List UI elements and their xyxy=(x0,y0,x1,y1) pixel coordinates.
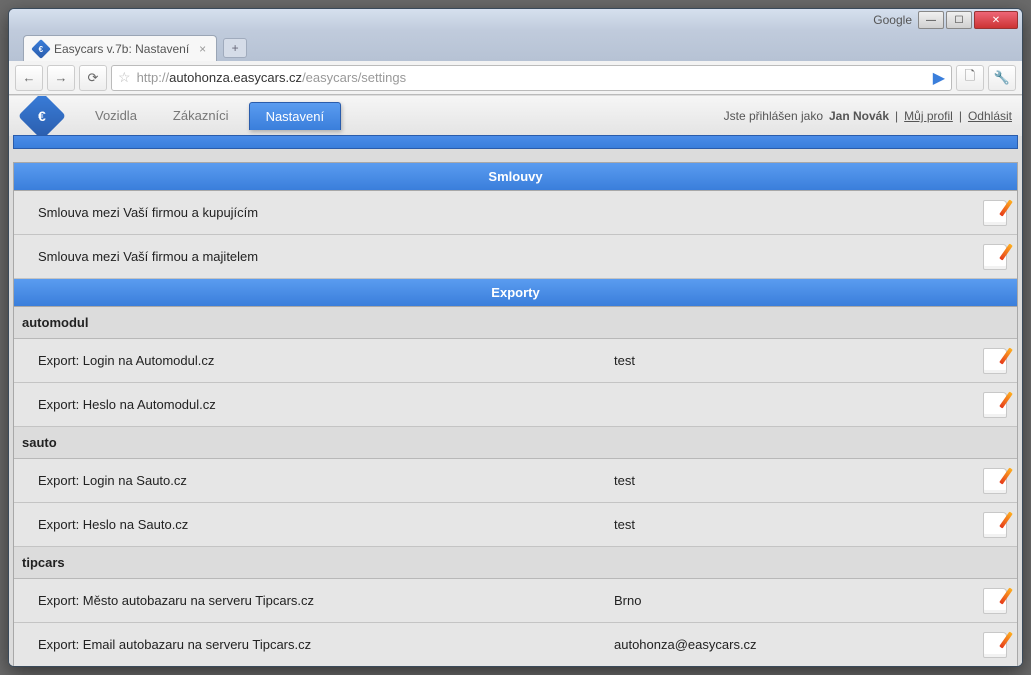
row-action xyxy=(973,512,1017,538)
favicon-icon: € xyxy=(34,42,48,56)
settings-row: Smlouva mezi Vaší firmou a majitelem xyxy=(14,235,1017,279)
browser-window: Google — ☐ ✕ € Easycars v.7b: Nastavení … xyxy=(8,8,1023,667)
settings-row: Export: Město autobazaru na serveru Tipc… xyxy=(14,579,1017,623)
row-label: Smlouva mezi Vaší firmou a majitelem xyxy=(14,249,604,264)
page: € Vozidla Zákazníci Nastavení Jste přihl… xyxy=(9,96,1022,666)
section-header-smlouvy: Smlouvy xyxy=(14,163,1017,191)
row-label: Export: Login na Sauto.cz xyxy=(14,473,604,488)
browser-toolbar: ← → ⟳ ☆ http://autohonza.easycars.cz/eas… xyxy=(9,61,1022,95)
browser-tab-title: Easycars v.7b: Nastavení xyxy=(54,42,189,56)
window-titlebar: Google — ☐ ✕ xyxy=(9,9,1022,31)
browser-tab-active[interactable]: € Easycars v.7b: Nastavení × xyxy=(23,35,217,61)
maximize-button[interactable]: ☐ xyxy=(946,11,972,29)
edit-icon[interactable] xyxy=(983,512,1007,538)
nav-nastaveni[interactable]: Nastavení xyxy=(249,102,342,130)
group-header-sauto: sauto xyxy=(14,427,1017,459)
row-action xyxy=(973,244,1017,270)
group-header-automodul: automodul xyxy=(14,307,1017,339)
edit-icon[interactable] xyxy=(983,244,1007,270)
back-button[interactable]: ← xyxy=(15,65,43,91)
settings-row: Export: Login na Automodul.cz test xyxy=(14,339,1017,383)
wrench-menu-button[interactable]: 🔧 xyxy=(988,65,1016,91)
edit-icon[interactable] xyxy=(983,200,1007,226)
forward-button[interactable]: → xyxy=(47,65,75,91)
go-icon[interactable]: ▶ xyxy=(933,68,945,88)
settings-row: Export: Heslo na Sauto.cz test xyxy=(14,503,1017,547)
app-logo-icon[interactable]: € xyxy=(18,96,66,140)
content-area: € Vozidla Zákazníci Nastavení Jste přihl… xyxy=(9,95,1022,666)
logged-prefix: Jste přihlášen jako xyxy=(724,109,823,123)
row-value: test xyxy=(604,473,973,488)
bookmark-star-icon[interactable]: ☆ xyxy=(118,69,131,86)
app-header: € Vozidla Zákazníci Nastavení Jste přihl… xyxy=(9,96,1022,136)
row-label: Export: Město autobazaru na serveru Tipc… xyxy=(14,593,604,608)
url-host: autohonza.easycars.cz xyxy=(169,70,302,85)
edit-icon[interactable] xyxy=(983,588,1007,614)
edit-icon[interactable] xyxy=(983,468,1007,494)
content-scroll[interactable]: € Vozidla Zákazníci Nastavení Jste přihl… xyxy=(9,96,1022,666)
row-label: Export: Heslo na Sauto.cz xyxy=(14,517,604,532)
settings-row: Smlouva mezi Vaší firmou a kupujícím xyxy=(14,191,1017,235)
row-value: test xyxy=(604,517,973,532)
address-bar[interactable]: ☆ http://autohonza.easycars.cz/easycars/… xyxy=(111,65,952,91)
reload-button[interactable]: ⟳ xyxy=(79,65,107,91)
edit-icon[interactable] xyxy=(983,392,1007,418)
main-nav: Vozidla Zákazníci Nastavení xyxy=(79,96,341,136)
new-tab-button[interactable]: + xyxy=(223,38,247,58)
nav-zakaznici[interactable]: Zákazníci xyxy=(157,102,245,130)
google-label: Google xyxy=(873,13,912,27)
settings-row: Export: Email autobazaru na serveru Tipc… xyxy=(14,623,1017,666)
row-value: Brno xyxy=(604,593,973,608)
row-action xyxy=(973,588,1017,614)
row-label: Smlouva mezi Vaší firmou a kupujícím xyxy=(14,205,604,220)
settings-panel: Smlouvy Smlouva mezi Vaší firmou a kupuj… xyxy=(13,162,1018,666)
window-buttons: — ☐ ✕ xyxy=(918,11,1018,29)
url-path: /easycars/settings xyxy=(302,70,406,85)
row-action xyxy=(973,632,1017,658)
link-logout[interactable]: Odhlásit xyxy=(968,109,1012,123)
page-menu-button[interactable]: 🗋 xyxy=(956,65,984,91)
nav-underline xyxy=(13,135,1018,149)
row-action xyxy=(973,348,1017,374)
row-label: Export: Heslo na Automodul.cz xyxy=(14,397,604,412)
tab-close-icon[interactable]: × xyxy=(199,42,206,56)
url-text: http://autohonza.easycars.cz/easycars/se… xyxy=(137,70,927,85)
edit-icon[interactable] xyxy=(983,632,1007,658)
url-scheme: http:// xyxy=(137,70,170,85)
header-user-block: Jste přihlášen jako Jan Novák | Můj prof… xyxy=(724,109,1012,123)
row-label: Export: Email autobazaru na serveru Tipc… xyxy=(14,637,604,652)
browser-tabstrip: € Easycars v.7b: Nastavení × + xyxy=(9,31,1022,61)
row-value: test xyxy=(604,353,973,368)
settings-row: Export: Heslo na Automodul.cz xyxy=(14,383,1017,427)
edit-icon[interactable] xyxy=(983,348,1007,374)
row-action xyxy=(973,468,1017,494)
minimize-button[interactable]: — xyxy=(918,11,944,29)
logged-user: Jan Novák xyxy=(829,109,889,123)
row-label: Export: Login na Automodul.cz xyxy=(14,353,604,368)
row-action xyxy=(973,200,1017,226)
close-button[interactable]: ✕ xyxy=(974,11,1018,29)
nav-vozidla[interactable]: Vozidla xyxy=(79,102,153,130)
group-header-tipcars: tipcars xyxy=(14,547,1017,579)
row-value: autohonza@easycars.cz xyxy=(604,637,973,652)
section-header-exporty: Exporty xyxy=(14,279,1017,307)
link-profile[interactable]: Můj profil xyxy=(904,109,953,123)
settings-row: Export: Login na Sauto.cz test xyxy=(14,459,1017,503)
row-action xyxy=(973,392,1017,418)
